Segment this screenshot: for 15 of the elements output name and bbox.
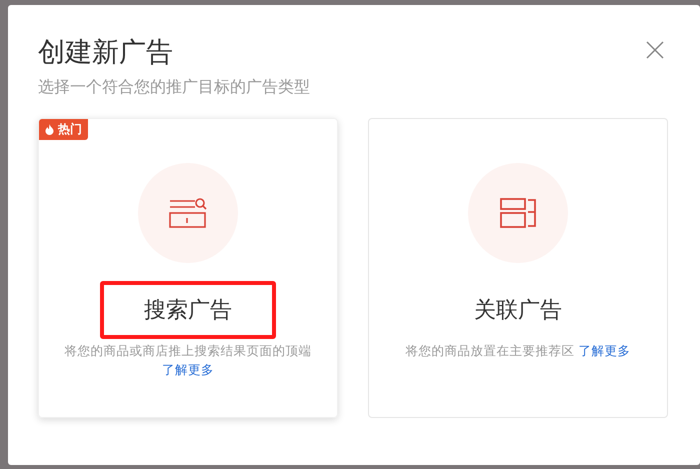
flame-icon bbox=[45, 124, 54, 135]
dialog-title: 创建新广告 bbox=[38, 36, 174, 70]
ad-type-title: 搜索广告 bbox=[100, 281, 276, 339]
dialog-subtitle: 选择一个符合您的推广目标的广告类型 bbox=[38, 77, 310, 98]
search-ad-icon bbox=[169, 198, 207, 228]
learn-more-link[interactable]: 了解更多 bbox=[162, 362, 214, 377]
learn-more-link[interactable]: 了解更多 bbox=[578, 343, 630, 358]
layout-icon bbox=[500, 198, 536, 228]
ad-type-card[interactable]: 关联广告 将您的商品放置在主要推荐区 了解更多 bbox=[368, 118, 668, 418]
ad-type-card[interactable]: 热门 搜索广告 将您的商品或商店推上搜索结果页面的顶端 了解更多 bbox=[38, 118, 338, 418]
close-icon[interactable] bbox=[646, 41, 664, 59]
badge-label: 热门 bbox=[58, 121, 82, 138]
ad-type-description: 将您的商品或商店推上搜索结果页面的顶端 了解更多 bbox=[64, 342, 312, 379]
ad-type-description: 将您的商品放置在主要推荐区 了解更多 bbox=[404, 342, 632, 360]
ad-type-title: 关联广告 bbox=[473, 297, 563, 325]
